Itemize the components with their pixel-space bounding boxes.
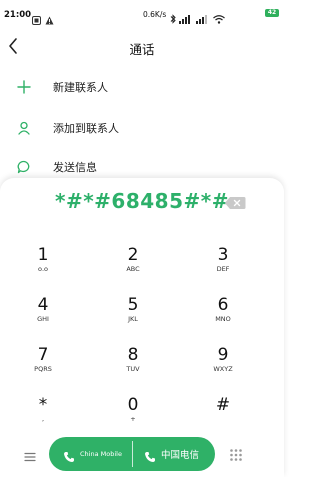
add-to-contact-label: 添加到联系人 [53,122,119,135]
notification-icon [32,10,41,29]
call-button-group: China Mobile 中国电信 [49,437,215,471]
phone-icon [63,448,75,462]
status-time: 21:00 [4,10,32,20]
dial-key-0[interactable]: 0 + [103,395,163,435]
key-digit: 9 [217,345,229,365]
signal-icon [179,9,193,28]
key-digit: 4 [37,295,49,315]
warning-icon [45,10,54,29]
battery-icon: 42 [265,9,279,17]
key-letters: WXYZ [213,365,233,373]
dial-key-8[interactable]: 8 TUV [103,345,163,385]
key-digit: * [38,395,48,415]
dial-key-2[interactable]: 2 ABC [103,245,163,285]
message-icon [16,159,32,175]
call-sim1-button[interactable]: China Mobile [63,437,122,471]
key-letters: GHI [37,315,49,323]
call-sim2-button[interactable]: 中国电信 [144,437,199,471]
menu-icon[interactable] [24,448,36,462]
key-digit: 3 [217,245,229,265]
key-letters: TUV [126,365,140,373]
bluetooth-icon [170,9,176,28]
dial-key-hash[interactable]: # [193,395,253,435]
backspace-icon[interactable] [224,195,246,209]
status-bar: 21:00 0.6K/s 42 [0,0,284,25]
key-digit: 6 [217,295,229,315]
key-letters: DEF [216,265,230,273]
page-title: 通话 [129,42,155,57]
key-digit: 8 [127,345,139,365]
add-to-contact-action[interactable]: 添加到联系人 [0,114,284,142]
sim2-label: 中国电信 [161,450,200,461]
key-letters: + [130,415,136,423]
send-message-label: 发送信息 [53,161,97,174]
dial-key-1[interactable]: 1 ᴏ.ᴏ [13,245,73,285]
key-letters: ᴏ.ᴏ [37,265,49,273]
key-letters: MNO [215,315,231,323]
dial-key-5[interactable]: 5 JKL [103,295,163,335]
key-digit: 2 [127,245,139,265]
key-digit: 5 [127,295,139,315]
key-letters: , [41,415,45,423]
dial-key-star[interactable]: * , [13,395,73,435]
new-contact-action[interactable]: 新建联系人 [0,73,284,101]
wifi-icon [213,9,225,28]
dialpad-grid-icon[interactable] [229,447,243,461]
dialpad-panel: *#*#68485#*# 1 ᴏ.ᴏ 2 ABC 3 DEF 4 GHI 5 J… [0,178,284,477]
dial-key-9[interactable]: 9 WXYZ [193,345,253,385]
network-speed: 0.6K/s [143,10,167,19]
send-message-action[interactable]: 发送信息 [0,153,284,181]
person-icon [16,120,32,136]
key-digit: 1 [37,245,49,265]
key-letters: ABC [126,265,140,273]
call-divider [132,441,133,467]
signal-icon [196,9,210,28]
dial-key-7[interactable]: 7 PQRS [13,345,73,385]
key-letters: PQRS [34,365,52,373]
dial-key-6[interactable]: 6 MNO [193,295,253,335]
dial-key-3[interactable]: 3 DEF [193,245,253,285]
key-digit: # [215,395,231,415]
phone-icon [144,448,156,462]
key-digit: 7 [37,345,49,365]
key-letters: JKL [128,315,138,323]
dial-key-4[interactable]: 4 GHI [13,295,73,335]
sim1-label: China Mobile [80,450,122,458]
key-digit: 0 [127,395,139,415]
plus-icon [16,79,32,95]
new-contact-label: 新建联系人 [53,81,108,94]
header: 通话 [0,30,284,64]
